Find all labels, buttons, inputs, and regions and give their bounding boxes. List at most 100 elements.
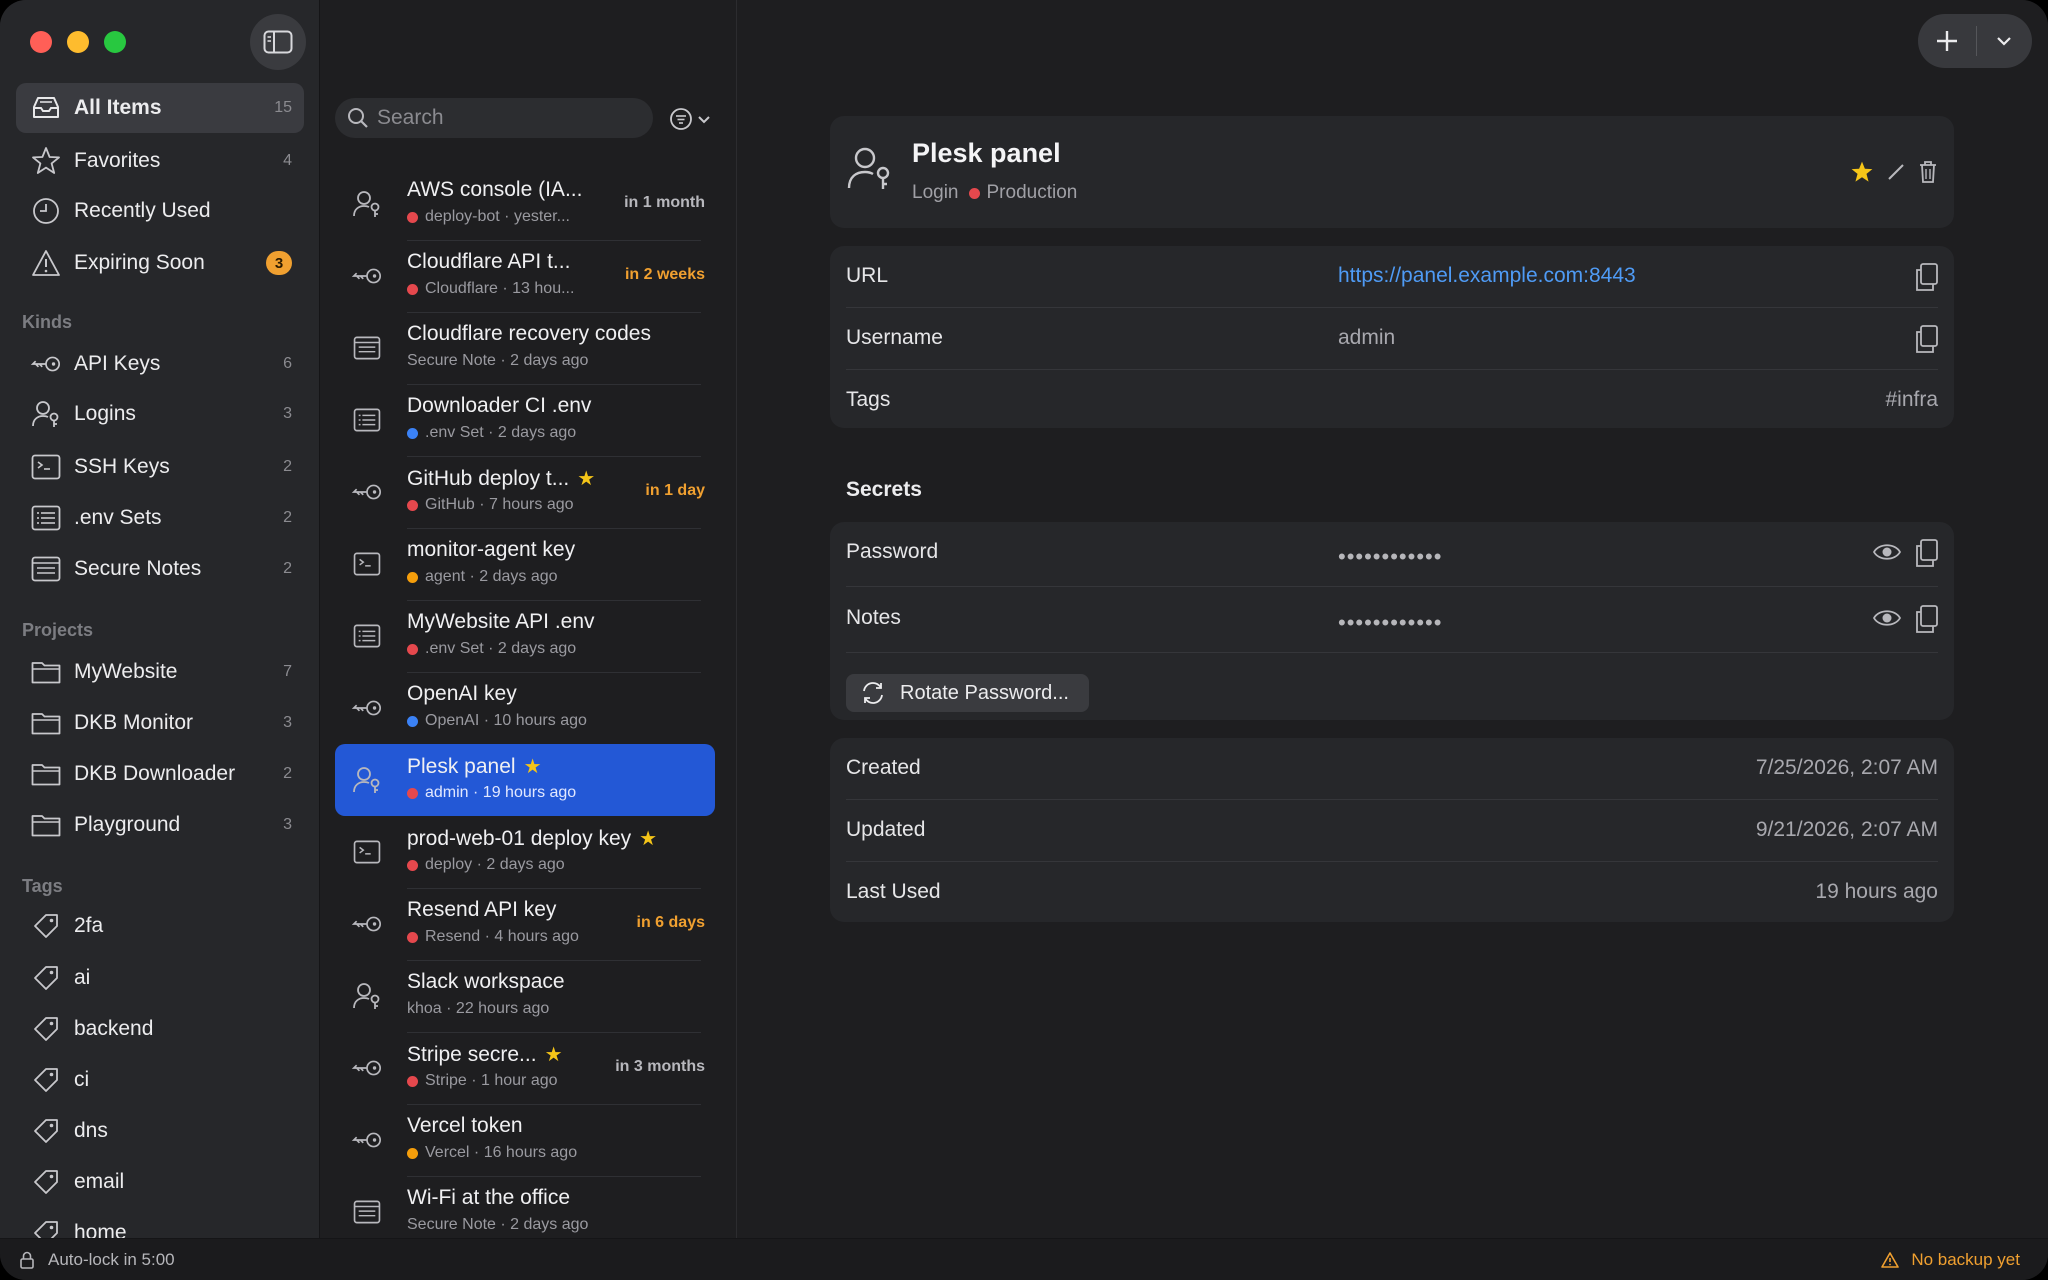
list-item[interactable]: Vercel token Vercel · 16 hours ago [335, 1104, 715, 1176]
project-color-dot [407, 427, 418, 439]
copy-icon[interactable] [1914, 324, 1940, 354]
search-field[interactable] [335, 98, 653, 138]
sidebar-item-project-dkb-downloader[interactable]: DKB Downloader 2 [16, 749, 304, 799]
project-color-dot [407, 1147, 418, 1159]
item-count: 2 [283, 765, 292, 782]
chevron-down-icon [1997, 37, 2011, 46]
sidebar-item-ssh-keys[interactable]: SSH Keys 2 [16, 442, 304, 492]
list-item-title-text: Slack workspace [407, 970, 565, 993]
tags-row: Tags #infra [830, 370, 1954, 432]
filter-menu-button[interactable] [669, 104, 713, 134]
tag-icon [30, 910, 62, 942]
list-item[interactable]: AWS console (IA... deploy-bot · yester...… [335, 168, 715, 240]
add-menu-button[interactable] [1977, 14, 2031, 68]
list-item[interactable]: Downloader CI .env .env Set · 2 days ago [335, 384, 715, 456]
username-row: Username admin [830, 308, 1954, 370]
sidebar-item-recently-used[interactable]: Recently Used [16, 186, 304, 236]
app-window: All Items 15 Favorites 4 Recently Used E… [0, 0, 2048, 1280]
eye-icon[interactable] [1872, 606, 1902, 630]
list-item[interactable]: Resend API key Resend · 4 hours ago in 6 d… [335, 888, 715, 960]
project-color-dot [407, 931, 418, 943]
list-item-title: Cloudflare API t... [407, 250, 570, 274]
sidebar-toggle-button[interactable] [250, 14, 306, 70]
sidebar-item-tag-backend[interactable]: backend [16, 1004, 304, 1054]
rotate-icon [863, 682, 883, 704]
list-item-subtitle-text: .env Set · 2 days ago [425, 640, 577, 657]
lock-icon [20, 1251, 34, 1269]
sidebar-item-env-sets[interactable]: .env Sets 2 [16, 493, 304, 543]
sidebar-item-all-items[interactable]: All Items 15 [16, 83, 304, 133]
copy-icon[interactable] [1914, 604, 1940, 634]
sidebar-item-tag-ci[interactable]: ci [16, 1055, 304, 1105]
tag-icon [30, 1166, 62, 1198]
trash-icon[interactable] [1918, 160, 1938, 184]
item-header-card: Plesk panel Login Production [830, 116, 1954, 228]
sidebar-item-label: ai [74, 966, 91, 989]
item-count: 3 [283, 714, 292, 731]
sidebar-item-project-dkb-monitor[interactable]: DKB Monitor 3 [16, 698, 304, 748]
sidebar-item-favorites[interactable]: Favorites 4 [16, 136, 304, 186]
list-item-subtitle: Resend · 4 hours ago [407, 928, 579, 946]
list-item-title: Cloudflare recovery codes [407, 322, 651, 346]
sidebar-item-tag-dns[interactable]: dns [16, 1106, 304, 1156]
list-item[interactable]: Plesk panel ★ admin · 19 hours ago [335, 744, 715, 816]
sidebar-item-tag-ai[interactable]: ai [16, 953, 304, 1003]
list-item[interactable]: OpenAI key OpenAI · 10 hours ago [335, 672, 715, 744]
list-item[interactable]: Cloudflare API t... Cloudflare · 13 hou..… [335, 240, 715, 312]
project-color-dot [407, 283, 418, 295]
list-item-subtitle: .env Set · 2 days ago [407, 424, 576, 442]
list-item-title-text: OpenAI key [407, 682, 517, 705]
list-icon [30, 502, 62, 534]
list-item[interactable]: GitHub deploy t... ★ GitHub · 7 hours ago i… [335, 456, 715, 528]
list-item[interactable]: prod-web-01 deploy key ★ deploy · 2 days a… [335, 816, 715, 888]
list-item[interactable]: MyWebsite API .env .env Set · 2 days ago [335, 600, 715, 672]
copy-icon[interactable] [1914, 538, 1940, 568]
folder-icon [30, 809, 62, 841]
tags-value[interactable]: #infra [1885, 388, 1938, 412]
minimize-window-button[interactable] [67, 31, 89, 53]
list-item-title: OpenAI key [407, 682, 517, 706]
project-color-dot [407, 715, 418, 727]
url-link[interactable]: https://panel.example.com:8443 [1338, 264, 1636, 288]
list-item[interactable]: Stripe secre... ★ Stripe · 1 hour ago in 3 … [335, 1032, 715, 1104]
project-color-dot [407, 1075, 418, 1087]
add-button[interactable] [1918, 14, 1976, 68]
plus-icon [1937, 31, 1957, 51]
sidebar-item-tag-email[interactable]: email [16, 1157, 304, 1207]
copy-icon[interactable] [1914, 262, 1940, 292]
person-key-icon [351, 764, 383, 796]
project-color-dot [407, 643, 418, 655]
sidebar-item-logins[interactable]: Logins 3 [16, 389, 304, 439]
edit-pencil-icon[interactable] [1886, 162, 1906, 182]
eye-icon[interactable] [1872, 540, 1902, 564]
tag-icon [30, 962, 62, 994]
sidebar-item-secure-notes[interactable]: Secure Notes 2 [16, 544, 304, 594]
list-item-subtitle: Secure Note · 2 days ago [407, 352, 588, 370]
sidebar-item-label: email [74, 1170, 125, 1193]
item-kind: Login [912, 182, 959, 203]
person-key-icon [30, 398, 62, 430]
sidebar-item-api-keys[interactable]: API Keys 6 [16, 339, 304, 389]
list-item-title: Vercel token [407, 1114, 523, 1138]
tag-icon [30, 1064, 62, 1096]
search-input[interactable] [377, 106, 637, 130]
sidebar-item-expiring-soon[interactable]: Expiring Soon 3 [16, 238, 304, 288]
sidebar-item-tag-2fa[interactable]: 2fa [16, 901, 304, 951]
sidebar-item-project-playground[interactable]: Playground 3 [16, 800, 304, 850]
zoom-window-button[interactable] [104, 31, 126, 53]
favorite-star-icon[interactable] [1850, 160, 1874, 184]
list-item[interactable]: monitor-agent key agent · 2 days ago [335, 528, 715, 600]
backup-status[interactable]: No backup yet [1881, 1250, 2020, 1270]
rotate-password-button[interactable]: Rotate Password... [846, 674, 1089, 712]
kinds-section-title: Kinds [22, 312, 73, 332]
favorite-star-icon: ★ [639, 828, 658, 850]
autolock-label: Auto-lock in 5:00 [48, 1250, 175, 1269]
close-window-button[interactable] [30, 31, 52, 53]
sidebar-item-project-mywebsite[interactable]: MyWebsite 7 [16, 647, 304, 697]
list-item[interactable]: Cloudflare recovery codes Secure Note · 2… [335, 312, 715, 384]
add-item-group [1918, 14, 2032, 68]
autolock-status[interactable]: Auto-lock in 5:00 [20, 1250, 175, 1270]
secrets-card: Password •••••••••••• Notes ••••••••••••… [830, 522, 1954, 720]
list-item-subtitle: Cloudflare · 13 hou... [407, 280, 574, 298]
list-item[interactable]: Slack workspace khoa · 22 hours ago [335, 960, 715, 1032]
